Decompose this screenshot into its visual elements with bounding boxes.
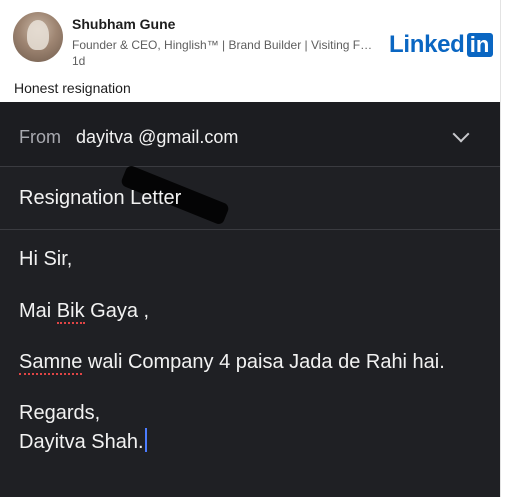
from-address-prefix: dayitva xyxy=(76,127,134,147)
body-line-1-part-1: Mai xyxy=(19,300,57,322)
author-name[interactable]: Shubham Gune xyxy=(72,16,175,32)
from-address[interactable]: dayitva @gmail.com xyxy=(76,127,238,148)
avatar[interactable] xyxy=(13,12,63,62)
spellcheck-word[interactable]: Samne xyxy=(19,351,83,375)
email-from-row: From dayitva @gmail.com xyxy=(0,102,500,167)
email-subject-row: Resignation Letter xyxy=(0,167,500,230)
post-header: Shubham Gune Founder & CEO, Hinglish™ | … xyxy=(0,0,500,102)
linkedin-logo-box: in xyxy=(466,33,493,57)
from-address-redacted xyxy=(133,127,138,147)
avatar-person-icon xyxy=(27,20,49,50)
body-line-2: Samne wali Company 4 paisa Jada de Rahi … xyxy=(19,351,445,375)
body-line-1: Mai Bik Gaya , xyxy=(19,300,150,324)
body-greeting: Hi Sir, xyxy=(19,248,73,270)
body-signature: Dayitva Shah. xyxy=(19,431,144,453)
post-card: Shubham Gune Founder & CEO, Hinglish™ | … xyxy=(0,0,501,497)
email-screenshot: From dayitva @gmail.com Resignation Lett… xyxy=(0,102,500,497)
chevron-down-icon[interactable] xyxy=(452,125,470,143)
author-headline: Founder & CEO, Hinglish™ | Brand Builder… xyxy=(72,38,377,52)
from-label: From xyxy=(19,127,61,147)
from-address-suffix: @gmail.com xyxy=(138,127,239,147)
email-subject[interactable]: Resignation Letter xyxy=(19,187,181,210)
spellcheck-word[interactable]: Bik xyxy=(56,300,85,324)
body-line-2-rest: wali Company 4 paisa Jada de Rahi hai. xyxy=(82,351,445,373)
body-signature-line: Dayitva Shah. xyxy=(19,428,147,454)
post-age: 1d xyxy=(72,54,86,68)
body-line-1-part-3: Gaya , xyxy=(84,300,150,322)
text-cursor xyxy=(144,428,147,452)
linkedin-logo: Linked in xyxy=(389,32,493,58)
post-caption: Honest resignation xyxy=(14,80,131,96)
linkedin-logo-word: Linked xyxy=(389,31,465,58)
body-signoff: Regards, xyxy=(19,402,101,424)
